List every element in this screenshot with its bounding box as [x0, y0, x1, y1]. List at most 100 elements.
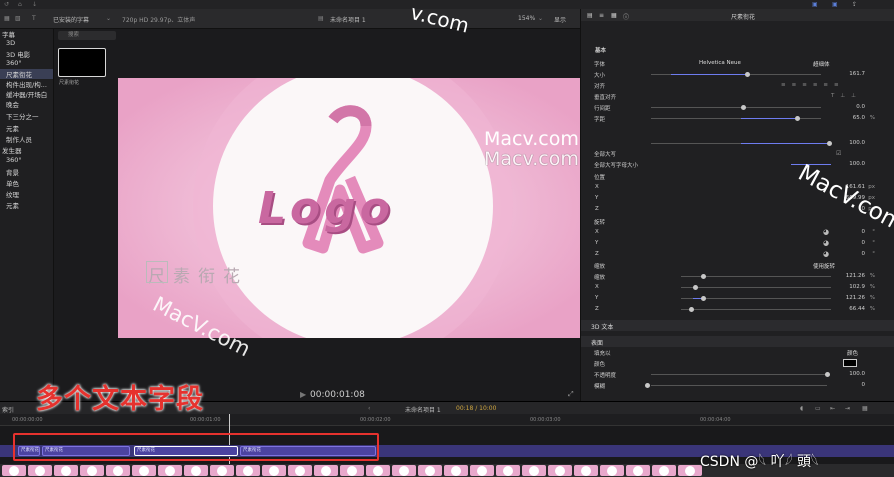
- opacity-slider[interactable]: [825, 372, 830, 377]
- rot-y-value[interactable]: 0: [862, 240, 866, 246]
- rot-z-value[interactable]: 0: [862, 251, 866, 257]
- audio-icon[interactable]: ◖: [800, 405, 803, 412]
- rot-x-dial-icon[interactable]: ◕: [823, 228, 829, 236]
- viewer: Logo 尺素衔花 ▶ 00:00:01:08 ⤢: [118, 29, 580, 401]
- title-inspector-icon[interactable]: ▤: [587, 12, 593, 19]
- scale-z-value[interactable]: 66.44: [849, 306, 865, 312]
- line-spacing-value[interactable]: 0.0: [856, 104, 865, 110]
- rot-y-dial-icon[interactable]: ◕: [823, 239, 829, 247]
- line-spacing-slider[interactable]: [741, 105, 746, 110]
- sidebar-item-gen-elements[interactable]: 元素: [6, 200, 19, 210]
- back-icon[interactable]: ‹: [368, 405, 370, 412]
- scale-all-row: 缩放 121.26 %: [594, 273, 875, 281]
- info-inspector-icon[interactable]: ⓘ: [623, 12, 629, 21]
- logo-text: Logo: [258, 183, 394, 234]
- photos-icon[interactable]: ▧: [15, 15, 21, 22]
- sidebar-item-360[interactable]: 360°: [6, 59, 22, 67]
- skimming-icon[interactable]: ⇤: [830, 405, 835, 412]
- color-row: 颜色: [581, 359, 894, 369]
- section-basic[interactable]: 基本: [595, 46, 606, 54]
- baseline-slider[interactable]: [827, 141, 832, 146]
- search-input[interactable]: 搜索: [58, 31, 116, 40]
- all-caps-checkbox[interactable]: ☑: [836, 150, 841, 157]
- rot-z-dial-icon[interactable]: ◕: [823, 250, 829, 258]
- titles-icon[interactable]: T: [32, 15, 36, 22]
- library-label[interactable]: 已安装的字幕: [53, 15, 89, 24]
- zoom-icon[interactable]: ▦: [862, 405, 868, 412]
- rot-x-value[interactable]: 0: [862, 229, 866, 235]
- scale-y-value[interactable]: 121.26: [846, 295, 865, 301]
- opacity-value[interactable]: 100.0: [849, 371, 865, 377]
- blur-value[interactable]: 0: [862, 382, 866, 388]
- align-buttons[interactable]: ≡≡≡≡≡≡: [781, 82, 845, 88]
- vertical-align-buttons[interactable]: T⊥⊥: [831, 93, 862, 99]
- scale-x-slider[interactable]: [693, 285, 698, 290]
- zoom-menu[interactable]: 154%: [518, 15, 535, 22]
- scale-x-value[interactable]: 102.9: [849, 284, 865, 290]
- sidebar-item-solids[interactable]: 单色: [6, 178, 19, 188]
- all-caps-row: 全部大写 ☑: [594, 150, 842, 158]
- view-menu[interactable]: 显示: [554, 15, 566, 24]
- watermark: Macv.com: [484, 128, 579, 150]
- sidebar-item-gen-360[interactable]: 360°: [6, 156, 22, 164]
- section-3d-text[interactable]: 3D 文本: [581, 320, 894, 331]
- size-row: 大小 161.7: [594, 71, 865, 79]
- scale-all-slider[interactable]: [701, 274, 706, 279]
- sidebar-item-textures[interactable]: 纹理: [6, 189, 19, 199]
- sidebar-item-build[interactable]: 构件出现/构...: [6, 79, 47, 89]
- sidebar-item-bumper[interactable]: 缓冲器/开场白: [6, 89, 47, 99]
- tracking-value[interactable]: 65.0: [853, 115, 865, 121]
- sidebar-item-titles[interactable]: 字幕: [2, 29, 15, 39]
- sidebar-item-3d[interactable]: 3D: [6, 39, 15, 47]
- font-menu[interactable]: Helvetica Neue: [699, 60, 741, 66]
- position-header: 位置: [594, 175, 606, 181]
- share-icon[interactable]: ⇪: [852, 1, 857, 8]
- text-inspector-icon[interactable]: ≡: [599, 12, 604, 19]
- scale-mode-menu[interactable]: 使用旋转: [813, 262, 835, 270]
- size-value[interactable]: 161.7: [849, 71, 865, 77]
- scale-y-slider[interactable]: [701, 296, 706, 301]
- size-slider[interactable]: [745, 72, 750, 77]
- inspector-toggle-icon[interactable]: ▣: [832, 1, 838, 8]
- inspector-title: 尺素衔花: [731, 14, 756, 21]
- fill-menu[interactable]: 颜色: [847, 349, 858, 357]
- clapper-icon: ▤: [318, 15, 324, 22]
- title-thumbnail[interactable]: [58, 48, 106, 77]
- color-well[interactable]: [843, 359, 857, 367]
- zoom-chevron-icon[interactable]: ⌄: [538, 15, 543, 22]
- all-caps-size-value[interactable]: 100.0: [849, 161, 865, 167]
- clip-appearance-icon[interactable]: ▭: [815, 405, 821, 412]
- inspector-header: ▤ ≡ ▦ ⓘ 尺素衔花: [581, 9, 894, 21]
- sidebar-toggle-icon[interactable]: ▦: [4, 15, 10, 22]
- sidebar-item-backgrounds[interactable]: 背景: [6, 167, 19, 177]
- tracking-slider[interactable]: [795, 116, 800, 121]
- scale-z-slider[interactable]: [689, 307, 694, 312]
- viewer-canvas[interactable]: Logo 尺素衔花: [118, 78, 580, 338]
- play-icon[interactable]: ▶: [300, 390, 306, 399]
- sidebar-item-lower-third[interactable]: 下三分之一: [6, 111, 39, 121]
- layout-icon[interactable]: ▣: [812, 1, 818, 8]
- video-inspector-icon[interactable]: ▦: [611, 12, 617, 19]
- sidebar-item-elements[interactable]: 元素: [6, 123, 19, 133]
- sidebar-item-selected[interactable]: 尺素衔花: [0, 69, 53, 79]
- sidebar-item-credits[interactable]: 制作人员: [6, 134, 32, 144]
- sidebar-item-party[interactable]: 晚会: [6, 99, 19, 109]
- baseline-value[interactable]: 100.0: [849, 140, 865, 146]
- font-style-menu[interactable]: 超细体: [813, 60, 830, 68]
- all-caps-size-row: 全部大写字母大小 100.0: [594, 161, 865, 169]
- timeline-project: 未命名项目 1: [405, 407, 441, 414]
- keyword-icon[interactable]: ⌂: [18, 1, 22, 8]
- section-face[interactable]: 表面: [581, 336, 894, 347]
- chevron-icon[interactable]: ⌄: [106, 15, 111, 22]
- snapping-icon[interactable]: ⇥: [845, 405, 850, 412]
- credit-text: CSDN @𓆩 吖𓆪 頭𓆩: [700, 454, 819, 470]
- download-icon[interactable]: ↓: [32, 1, 37, 8]
- undo-icon[interactable]: ↺: [4, 1, 9, 8]
- sidebar-item-generators[interactable]: 发生器: [2, 145, 22, 155]
- fullscreen-icon[interactable]: ⤢: [568, 390, 574, 399]
- index-button[interactable]: 索引: [2, 405, 14, 414]
- scale-all-value[interactable]: 121.26: [846, 273, 865, 279]
- sidebar-item-3d-cinematic[interactable]: 3D 电影: [6, 49, 30, 59]
- blur-slider[interactable]: [645, 383, 650, 388]
- watermark: Macv.com: [484, 148, 579, 170]
